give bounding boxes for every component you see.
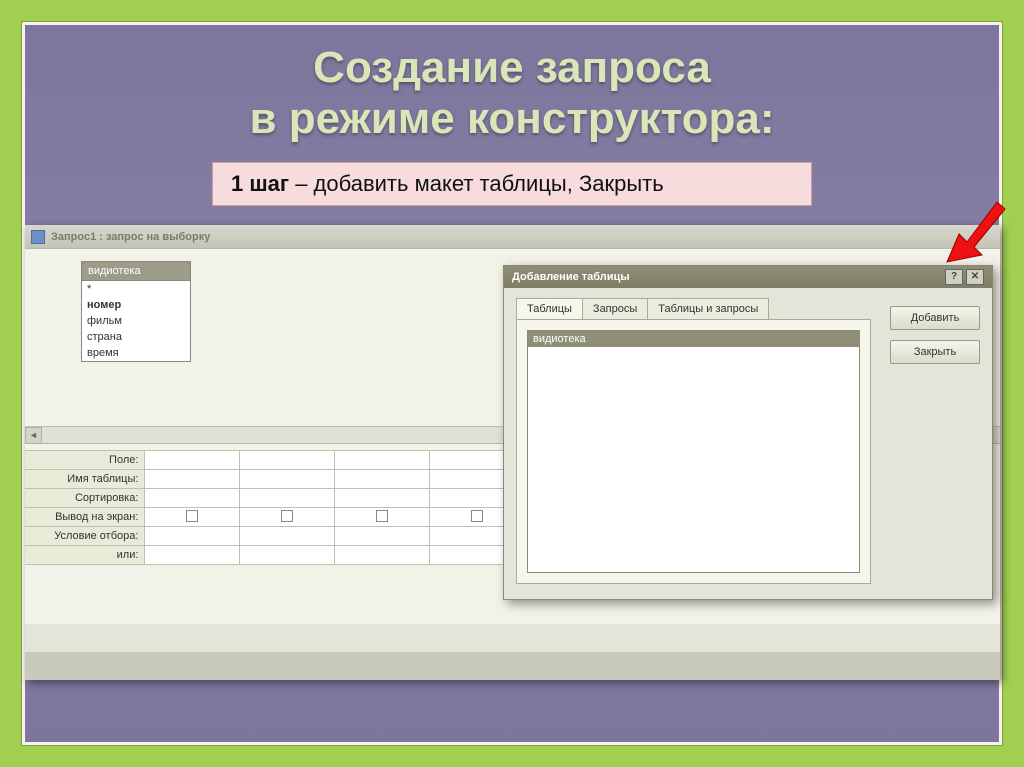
query-grid[interactable]: Поле: Имя таблицы: Сортировка: — [25, 450, 525, 565]
slide-frame: Создание запроса в режиме конструктора: … — [22, 22, 1002, 745]
grid-label-criteria: Условие отбора: — [25, 527, 145, 546]
dialog-titlebar[interactable]: Добавление таблицы ? ✕ — [504, 266, 992, 288]
window-title: Запрос1 : запрос на выборку — [51, 231, 210, 243]
field-star[interactable]: * — [82, 281, 190, 297]
title-line-2: в режиме конструктора: — [25, 94, 999, 145]
grid-label-sort: Сортировка: — [25, 489, 145, 508]
query-designer-window: Запрос1 : запрос на выборку видиотека * … — [25, 225, 1000, 680]
tab-queries[interactable]: Запросы — [582, 298, 648, 319]
grid-cell[interactable] — [240, 470, 335, 489]
grid-checkbox-cell[interactable] — [240, 508, 335, 527]
grid-cell[interactable] — [240, 451, 335, 470]
grid-cell[interactable] — [240, 527, 335, 546]
grid-cell[interactable] — [335, 470, 430, 489]
grid-label-field: Поле: — [25, 451, 145, 470]
grid-cell[interactable] — [335, 489, 430, 508]
field-strana[interactable]: страна — [82, 329, 190, 345]
grid-cell[interactable] — [240, 546, 335, 565]
grid-cell[interactable] — [335, 451, 430, 470]
instruction-text: – добавить макет таблицы, Закрыть — [289, 171, 664, 196]
close-button[interactable]: Закрыть — [890, 340, 980, 364]
grid-cell[interactable] — [335, 527, 430, 546]
window-titlebar[interactable]: Запрос1 : запрос на выборку — [25, 225, 1000, 249]
checkbox-icon[interactable] — [281, 510, 293, 522]
grid-cell[interactable] — [145, 527, 240, 546]
tab-both[interactable]: Таблицы и запросы — [647, 298, 769, 319]
field-nomer[interactable]: номер — [82, 297, 190, 313]
grid-cell[interactable] — [145, 489, 240, 508]
dialog-tab-content: видиотека — [516, 319, 871, 584]
field-film[interactable]: фильм — [82, 313, 190, 329]
title-line-1: Создание запроса — [25, 43, 999, 94]
table-source-box[interactable]: видиотека * номер фильм страна время — [81, 261, 191, 362]
instruction-box: 1 шаг – добавить макет таблицы, Закрыть — [212, 162, 812, 206]
grid-label-or: или: — [25, 546, 145, 565]
add-table-dialog: Добавление таблицы ? ✕ Таблицы Запросы Т… — [503, 265, 993, 600]
tab-tables[interactable]: Таблицы — [516, 298, 583, 319]
help-button-icon[interactable]: ? — [945, 269, 963, 285]
table-field-list[interactable]: * номер фильм страна время — [81, 281, 191, 362]
dialog-action-buttons: Добавить Закрыть — [890, 306, 980, 364]
grid-cell[interactable] — [145, 546, 240, 565]
checkbox-icon[interactable] — [376, 510, 388, 522]
instruction-bold: 1 шаг — [231, 171, 289, 196]
tables-listbox[interactable]: видиотека — [527, 330, 860, 573]
scroll-left-icon[interactable]: ◄ — [25, 427, 42, 444]
grid-cell[interactable] — [335, 546, 430, 565]
grid-checkbox-cell[interactable] — [145, 508, 240, 527]
table-box-header: видиотека — [81, 261, 191, 281]
add-button[interactable]: Добавить — [890, 306, 980, 330]
window-bottom-strip — [25, 652, 1000, 680]
grid-cell[interactable] — [145, 451, 240, 470]
checkbox-icon[interactable] — [471, 510, 483, 522]
checkbox-icon[interactable] — [186, 510, 198, 522]
slide-title: Создание запроса в режиме конструктора: — [25, 43, 999, 144]
pointer-arrow-icon — [937, 197, 1007, 267]
dialog-title: Добавление таблицы — [512, 271, 630, 283]
window-icon — [31, 230, 45, 244]
grid-label-table: Имя таблицы: — [25, 470, 145, 489]
dialog-titlebar-buttons: ? ✕ — [945, 269, 984, 285]
field-vremya[interactable]: время — [82, 345, 190, 361]
grid-cell[interactable] — [240, 489, 335, 508]
grid-cell[interactable] — [145, 470, 240, 489]
grid-label-show: Вывод на экран: — [25, 508, 145, 527]
list-item-selected[interactable]: видиотека — [528, 331, 859, 347]
grid-checkbox-cell[interactable] — [335, 508, 430, 527]
close-icon[interactable]: ✕ — [966, 269, 984, 285]
